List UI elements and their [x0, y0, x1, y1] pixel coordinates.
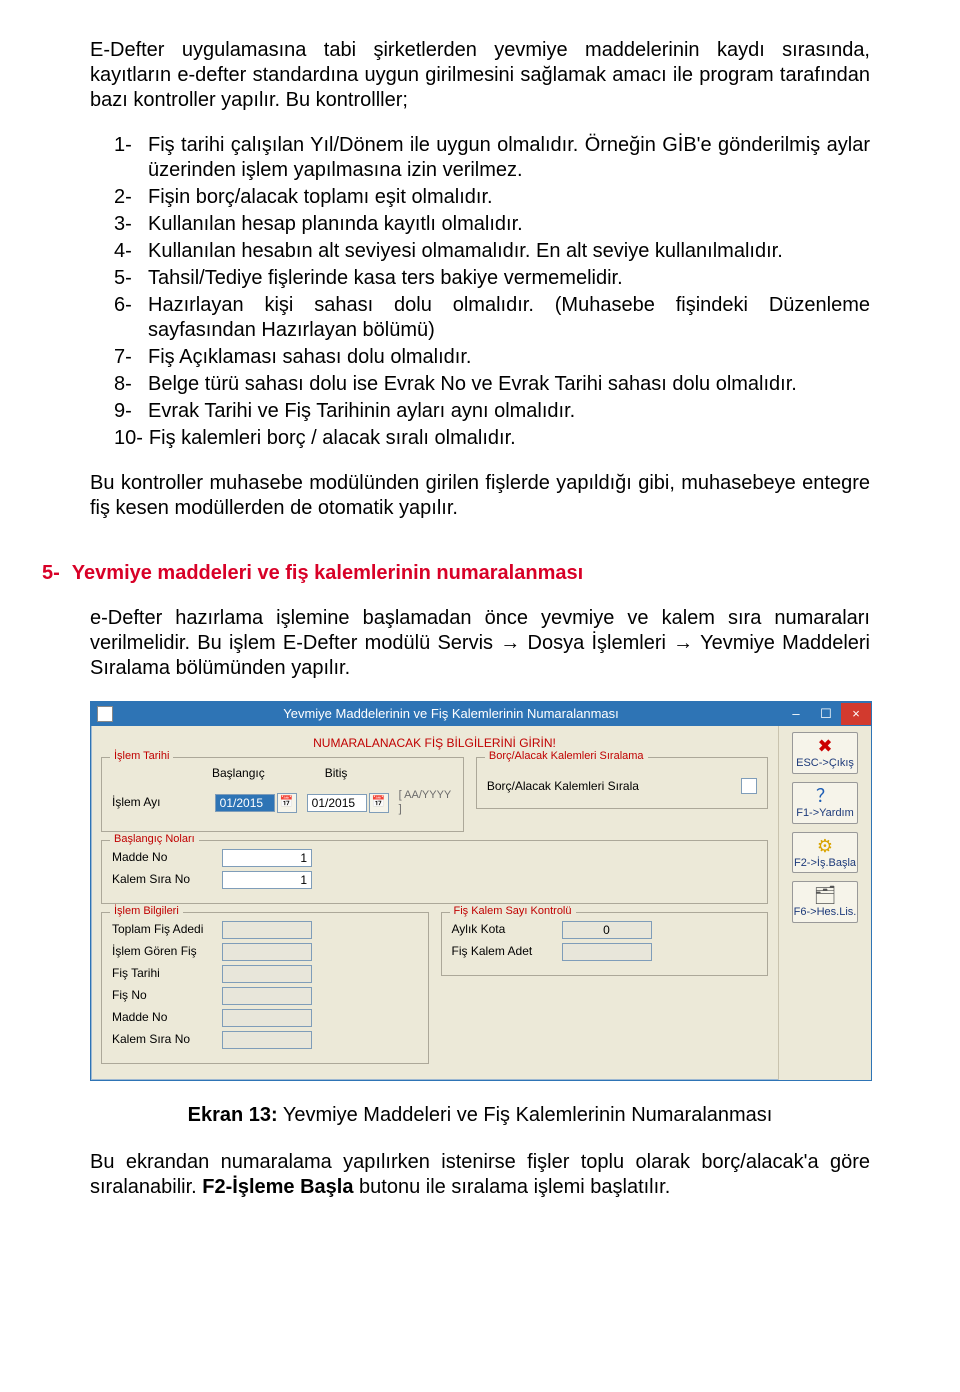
esc-exit-button[interactable]: ✖ ESC->Çıkış: [792, 732, 858, 774]
legend-islem-tarihi: İşlem Tarihi: [110, 750, 173, 764]
label-borc-alacak-sirala: Borç/Alacak Kalemleri Sırala: [487, 779, 731, 794]
section-5-paragraph: e-Defter hazırlama işlemine başlamadan ö…: [90, 606, 870, 681]
field-fis-tarihi: [222, 965, 312, 983]
list-item: Kullanılan hesap planında kayıtlı olmalı…: [148, 212, 870, 237]
list-num: 3-: [114, 212, 142, 237]
list-num: 6-: [114, 293, 142, 343]
field-kalem-sira-no2: [222, 1031, 312, 1049]
f1-help-label: F1->Yardım: [793, 807, 857, 821]
label-madde-no2: Madde No: [112, 1010, 212, 1025]
list-num: 8-: [114, 372, 142, 397]
caption-label: Ekran 13:: [188, 1104, 278, 1126]
list-item: Fiş tarihi çalışılan Yıl/Dönem ile uygun…: [148, 133, 870, 183]
field-madde-no2: [222, 1009, 312, 1027]
label-fis-kalem-adet: Fiş Kalem Adet: [452, 944, 552, 959]
col-bitis: Bitiş: [325, 766, 348, 781]
label-madde-no: Madde No: [112, 850, 212, 865]
list-num: 7-: [114, 345, 142, 370]
window-title: Yevmiye Maddelerinin ve Fiş Kalemlerinin…: [121, 706, 781, 722]
app-icon: [97, 706, 113, 722]
input-kalem-sira-no[interactable]: 1: [222, 871, 312, 889]
label-kalem-sira-no2: Kalem Sıra No: [112, 1032, 212, 1047]
list-num: 5-: [114, 266, 142, 291]
label-islem-goren-fis: İşlem Gören Fiş: [112, 944, 212, 959]
field-islem-goren-fis: [222, 943, 312, 961]
label-toplam-fis-adedi: Toplam Fiş Adedi: [112, 922, 212, 937]
group-baslangic-nolari: Başlangıç Noları Madde No 1 Kalem Sıra N…: [101, 840, 768, 904]
checkbox-borc-alacak-sirala[interactable]: [741, 778, 757, 794]
gear-run-icon: ⚙: [793, 837, 857, 855]
controls-list: 1-Fiş tarihi çalışılan Yıl/Dönem ile uyg…: [90, 133, 870, 451]
intro-paragraph: E-Defter uygulamasına tabi şirketlerden …: [90, 38, 870, 113]
col-baslangic: Başlangıç: [212, 766, 265, 781]
app-window: Yevmiye Maddelerinin ve Fiş Kalemlerinin…: [90, 701, 872, 1081]
bottom-bold: F2-İşleme Başla: [202, 1176, 353, 1198]
input-madde-no[interactable]: 1: [222, 849, 312, 867]
f2-start-label: F2->İş.Başla: [793, 857, 857, 871]
list-num: 10-: [114, 426, 143, 451]
close-x-icon: ✖: [793, 737, 857, 755]
group-islem-tarihi: İşlem Tarihi Başlangıç Bitiş İşlem Ayı 0…: [101, 757, 464, 832]
list-item: Fiş kalemleri borç / alacak sıralı olmal…: [149, 426, 870, 451]
after-list-paragraph: Bu kontroller muhasebe modülünden girile…: [90, 471, 870, 521]
close-button[interactable]: ×: [841, 703, 871, 725]
caption-text: Yevmiye Maddeleri ve Fiş Kalemlerinin Nu…: [278, 1104, 773, 1126]
field-fis-no: [222, 987, 312, 1005]
group-islem-bilgileri: İşlem Bilgileri Toplam Fiş Adedi İşlem G…: [101, 912, 429, 1064]
maximize-button[interactable]: ☐: [811, 703, 841, 725]
hint-aa-yyyy: [ AA/YYYY ]: [399, 789, 453, 817]
calendar-icon[interactable]: 📅: [369, 793, 389, 813]
legend-islem-bilgileri: İşlem Bilgileri: [110, 905, 183, 919]
calendar-icon[interactable]: 📅: [277, 793, 297, 813]
field-fis-kalem-adet: [562, 943, 652, 961]
f6-list-button[interactable]: 🗂 F6->Hes.Lis.: [792, 881, 858, 923]
bottom-paragraph: Bu ekrandan numaralama yapılırken isteni…: [90, 1150, 870, 1200]
legend-baslangic-nolari: Başlangıç Noları: [110, 833, 199, 847]
label-aylik-kota: Aylık Kota: [452, 922, 552, 937]
group-fis-kalem-sayi: Fiş Kalem Sayı Kontrolü Aylık Kota0 Fiş …: [441, 912, 769, 976]
f6-list-label: F6->Hes.Lis.: [793, 906, 857, 920]
field-aylik-kota: 0: [562, 921, 652, 939]
f2-start-button[interactable]: ⚙ F2->İş.Başla: [792, 832, 858, 874]
list-item: Evrak Tarihi ve Fiş Tarihinin ayları ayn…: [148, 399, 870, 424]
label-kalem-sira-no: Kalem Sıra No: [112, 872, 212, 887]
title-bar: Yevmiye Maddelerinin ve Fiş Kalemlerinin…: [91, 702, 871, 726]
list-num: 9-: [114, 399, 142, 424]
list-item: Kullanılan hesabın alt seviyesi olmamalı…: [148, 239, 870, 264]
bottom-p-2: butonu ile sıralama işlemi başlatılır.: [353, 1176, 670, 1198]
list-num: 4-: [114, 239, 142, 264]
list-item: Hazırlayan kişi sahası dolu olmalıdır. (…: [148, 293, 870, 343]
list-num: 1-: [114, 133, 142, 183]
help-question-icon: ？: [793, 787, 857, 805]
label-fis-no: Fiş No: [112, 988, 212, 1003]
input-bitis[interactable]: 01/2015: [307, 794, 367, 812]
label-fis-tarihi: Fiş Tarihi: [112, 966, 212, 981]
section-5-num: 5-: [42, 562, 60, 584]
minimize-button[interactable]: –: [781, 703, 811, 725]
legend-borc-alacak: Borç/Alacak Kalemleri Sıralama: [485, 750, 648, 764]
list-item: Belge türü sahası dolu ise Evrak No ve E…: [148, 372, 870, 397]
list-num: 2-: [114, 185, 142, 210]
field-toplam-fis-adedi: [222, 921, 312, 939]
input-baslangic[interactable]: 01/2015: [215, 794, 275, 812]
group-borc-alacak: Borç/Alacak Kalemleri Sıralama Borç/Alac…: [476, 757, 768, 809]
legend-fis-kalem-sayi: Fiş Kalem Sayı Kontrolü: [450, 905, 576, 919]
label-islem-ayi: İşlem Ayı: [112, 795, 205, 810]
list-item: Fişin borç/alacak toplamı eşit olmalıdır…: [148, 185, 870, 210]
section-5-heading: Yevmiye maddeleri ve fiş kalemlerinin nu…: [72, 562, 583, 584]
figure-caption: Ekran 13: Yevmiye Maddeleri ve Fiş Kalem…: [90, 1103, 870, 1128]
form-header-red: NUMARALANACAK FİŞ BİLGİLERİNİ GİRİN!: [101, 736, 768, 751]
f1-help-button[interactable]: ？ F1->Yardım: [792, 782, 858, 824]
right-button-panel: ✖ ESC->Çıkış ？ F1->Yardım ⚙ F2->İş.Başla…: [778, 726, 871, 1080]
list-report-icon: 🗂: [793, 886, 857, 904]
section-5-title: 5- Yevmiye maddeleri ve fiş kalemlerinin …: [42, 561, 870, 586]
list-item: Fiş Açıklaması sahası dolu olmalıdır.: [148, 345, 870, 370]
list-item: Tahsil/Tediye fişlerinde kasa ters bakiy…: [148, 266, 870, 291]
esc-exit-label: ESC->Çıkış: [793, 757, 857, 771]
